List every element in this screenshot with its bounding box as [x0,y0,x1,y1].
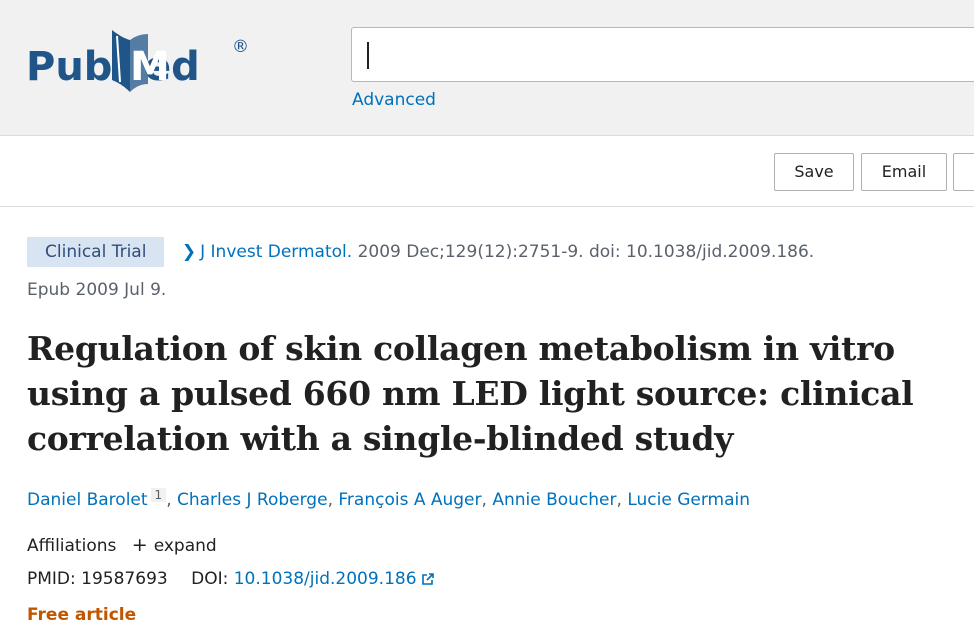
search-input[interactable] [352,28,974,81]
publication-type-badge[interactable]: Clinical Trial [27,237,165,267]
author-link[interactable]: Daniel Barolet [27,490,148,510]
pmid-value: 19587693 [81,569,168,589]
advanced-search-link[interactable]: Advanced [352,90,436,110]
expand-affiliations-button[interactable]: + expand [131,534,217,556]
external-link-icon [421,573,434,585]
authors-list: Daniel Barolet 1, Charles J Roberge, Fran… [27,486,957,514]
affiliations-row: Affiliations + expand [27,531,217,560]
logo-text-pub: Pub [26,44,112,90]
author-link[interactable]: Charles J Roberge [177,490,328,510]
more-actions-button[interactable] [953,153,974,191]
email-button[interactable]: Email [861,153,947,191]
plus-icon: + [131,534,148,556]
epub-date: Epub 2009 Jul 9. [27,280,167,300]
citation-text: 2009 Dec;129(12):2751-9. doi: 10.1038/ji… [352,242,815,262]
article-title: Regulation of skin collagen metabolism i… [27,329,914,458]
doi-label: DOI: [191,569,229,589]
article-citation: Clinical Trial ❯ J Invest Dermatol. 2009 … [27,237,957,267]
author-separator: , [166,490,177,510]
author-link[interactable]: Annie Boucher [492,490,616,510]
pubmed-logo[interactable]: Pub ed M ® [26,22,256,100]
author-separator: , [481,490,493,510]
pmid-label: PMID: [27,569,76,589]
site-header: Pub ed M ® Advanced [0,0,974,136]
search-box[interactable] [351,27,974,82]
doi-value: 10.1038/jid.2009.186 [233,569,417,589]
text-cursor [367,42,369,69]
author-separator: , [616,490,628,510]
expand-label: expand [153,536,217,556]
action-bar: Save Email [0,137,974,207]
chevron-right-icon: ❯ [181,242,197,262]
journal-link[interactable]: J Invest Dermatol. [200,242,352,262]
author-link[interactable]: François A Auger [338,490,481,510]
affiliation-number[interactable]: 1 [150,488,167,502]
doi-link[interactable]: 10.1038/jid.2009.186 [234,569,435,589]
free-article-label: Free article [27,605,137,625]
affiliations-label: Affiliations [27,536,117,556]
save-button[interactable]: Save [774,153,854,191]
logo-book-left [112,30,130,92]
author-link[interactable]: Lucie Germain [627,490,750,510]
author-separator: , [327,490,339,510]
logo-registered-mark: ® [232,37,249,57]
identifiers-row: PMID: 19587693 DOI: 10.1038/jid.2009.186 [27,565,435,593]
pubmed-logo-icon: Pub ed M ® [26,30,249,92]
logo-text-m: M [130,44,170,90]
